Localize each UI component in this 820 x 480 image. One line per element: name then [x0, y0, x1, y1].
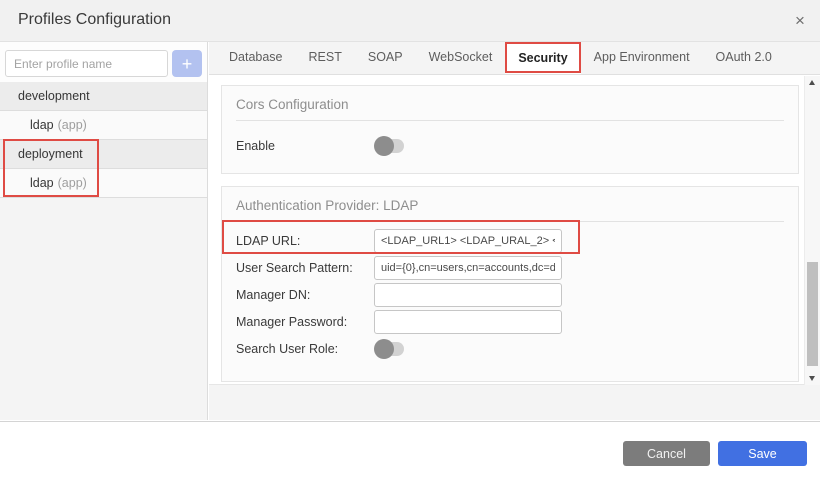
- toggle-knob: [374, 136, 394, 156]
- manager-password-row: Manager Password:: [236, 310, 784, 334]
- search-user-role-toggle[interactable]: [374, 339, 406, 359]
- close-icon[interactable]: ×: [788, 9, 812, 33]
- cors-configuration-card: Cors Configuration Enable: [221, 85, 799, 174]
- cancel-button[interactable]: Cancel: [623, 441, 710, 466]
- add-profile-button[interactable]: +: [172, 50, 202, 77]
- tab-soap[interactable]: SOAP: [355, 42, 416, 74]
- cors-section-title: Cors Configuration: [236, 86, 784, 121]
- panel-bottom-strip: [209, 386, 820, 420]
- sidebar-item-development[interactable]: development: [0, 82, 207, 111]
- cors-enable-label: Enable: [236, 139, 374, 153]
- tab-oauth[interactable]: OAuth 2.0: [703, 42, 785, 74]
- sidebar-item-ldap-app-development[interactable]: ldap (app): [0, 111, 207, 140]
- ldap-section-title: Authentication Provider: LDAP: [236, 187, 784, 222]
- tab-rest[interactable]: REST: [296, 42, 355, 74]
- user-search-pattern-input[interactable]: [374, 256, 562, 280]
- profile-label: ldap: [30, 176, 54, 190]
- page-title: Profiles Configuration: [18, 11, 171, 29]
- tab-app-environment[interactable]: App Environment: [581, 42, 703, 74]
- sidebar-item-ldap-app-deployment[interactable]: ldap (app): [0, 169, 207, 198]
- cors-enable-row: Enable: [236, 134, 784, 158]
- panel-scrollbar[interactable]: [804, 76, 820, 385]
- toggle-knob: [374, 339, 394, 359]
- scrollbar-up-arrow-icon[interactable]: [805, 77, 820, 89]
- dialog-footer: Cancel Save: [0, 421, 820, 480]
- profile-label: development: [18, 89, 90, 103]
- profile-label: ldap: [30, 118, 54, 132]
- sidebar-item-deployment[interactable]: deployment: [0, 140, 207, 169]
- profiles-sidebar: + development ldap (app) deployment ldap (…: [0, 42, 208, 420]
- ldap-url-input[interactable]: [374, 229, 562, 253]
- dialog-header: Profiles Configuration ×: [0, 0, 820, 42]
- tab-security[interactable]: Security: [505, 42, 580, 74]
- profile-type-suffix: (app): [58, 176, 87, 190]
- tab-websocket[interactable]: WebSocket: [416, 42, 506, 74]
- configuration-tabbar: Database REST SOAP WebSocket Security Ap…: [209, 42, 820, 75]
- scrollbar-thumb[interactable]: [807, 262, 818, 366]
- tab-security-label: Security: [518, 51, 567, 65]
- manager-dn-row: Manager DN:: [236, 283, 784, 307]
- scrollbar-down-arrow-icon[interactable]: [805, 372, 820, 384]
- manager-password-input[interactable]: [374, 310, 562, 334]
- profile-name-input[interactable]: [5, 50, 168, 77]
- ldap-url-label: LDAP URL:: [236, 234, 374, 248]
- tab-database[interactable]: Database: [216, 42, 296, 74]
- manager-dn-input[interactable]: [374, 283, 562, 307]
- manager-password-label: Manager Password:: [236, 315, 374, 329]
- profile-type-suffix: (app): [58, 118, 87, 132]
- profiles-configuration-dialog: Profiles Configuration × + development l…: [0, 0, 820, 480]
- configuration-main: Database REST SOAP WebSocket Security Ap…: [209, 42, 820, 420]
- manager-dn-label: Manager DN:: [236, 288, 374, 302]
- save-button[interactable]: Save: [718, 441, 807, 466]
- ldap-url-row: LDAP URL:: [236, 229, 784, 253]
- search-user-role-label: Search User Role:: [236, 342, 374, 356]
- search-user-role-row: Search User Role:: [236, 337, 784, 361]
- profile-list: development ldap (app) deployment ldap (ap…: [0, 82, 207, 198]
- user-search-pattern-row: User Search Pattern:: [236, 256, 784, 280]
- user-search-pattern-label: User Search Pattern:: [236, 261, 374, 275]
- cors-enable-toggle[interactable]: [374, 136, 406, 156]
- ldap-provider-card: Authentication Provider: LDAP LDAP URL: …: [221, 186, 799, 382]
- add-profile-row: +: [0, 42, 207, 82]
- security-settings-panel: Cors Configuration Enable Authentication…: [209, 75, 820, 385]
- profile-label: deployment: [18, 147, 83, 161]
